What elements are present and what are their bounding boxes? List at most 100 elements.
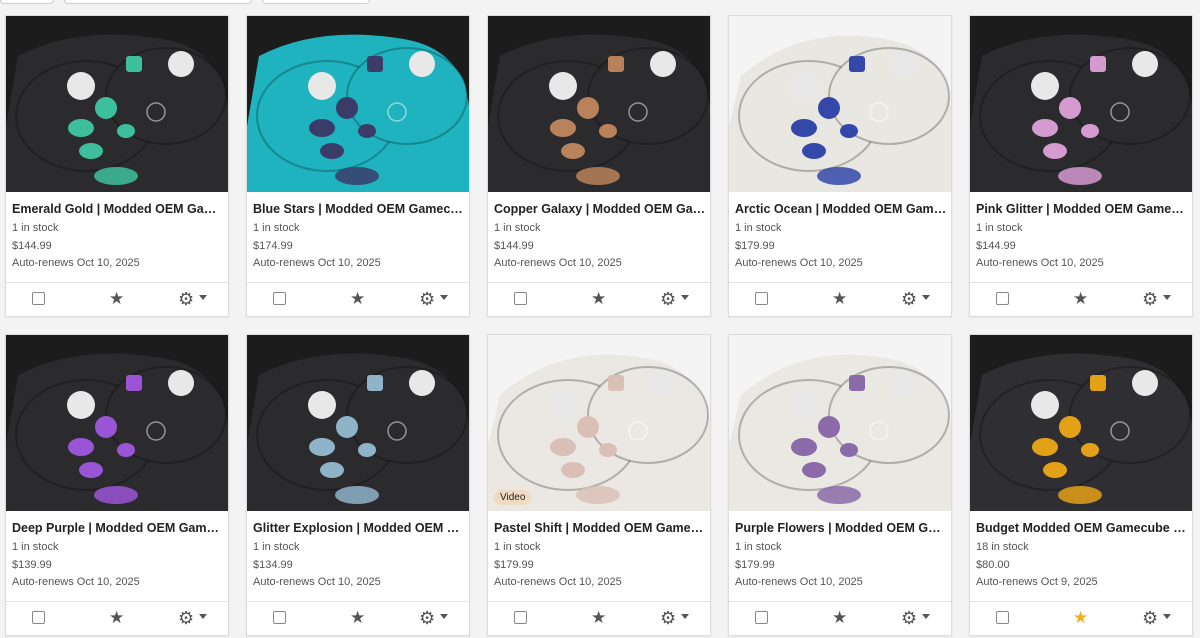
listing-title[interactable]: Glitter Explosion | Modded OEM Gamecube … <box>253 521 465 535</box>
listing-photo[interactable] <box>729 16 951 192</box>
star-icon[interactable]: ★ <box>350 608 365 628</box>
listing-actions: ★ ⚙ <box>729 282 951 316</box>
star-icon[interactable]: ★ <box>591 608 606 628</box>
star-icon[interactable]: ★ <box>109 608 124 628</box>
renewal-status: Auto-renews Oct 10, 2025 <box>976 257 1104 269</box>
stock-count: 1 in stock <box>976 222 1023 234</box>
renewal-status: Auto-renews Oct 10, 2025 <box>12 576 140 588</box>
listing-photo[interactable]: Video <box>488 335 710 511</box>
listing-title[interactable]: Copper Galaxy | Modded OEM Gamecube Cont… <box>494 202 706 216</box>
listing-photo[interactable] <box>729 335 951 511</box>
listing-actions: ★ ⚙ <box>6 601 228 635</box>
gear-icon[interactable]: ⚙ <box>178 608 194 628</box>
listing-actions: ★ ⚙ <box>488 282 710 316</box>
listing-card[interactable]: Budget Modded OEM Gamecube Controller 18… <box>969 334 1193 636</box>
toolbar-control[interactable] <box>64 0 252 4</box>
listing-photo[interactable] <box>6 16 228 192</box>
renewal-status: Auto-renews Oct 10, 2025 <box>494 257 622 269</box>
star-icon[interactable]: ★ <box>1073 289 1088 309</box>
select-checkbox[interactable] <box>273 292 286 305</box>
listing-photo[interactable] <box>488 16 710 192</box>
gear-icon[interactable]: ⚙ <box>1142 289 1158 309</box>
listing-photo[interactable] <box>970 16 1192 192</box>
stock-count: 1 in stock <box>494 541 541 553</box>
chevron-down-icon[interactable] <box>199 614 207 619</box>
select-checkbox[interactable] <box>514 292 527 305</box>
listing-card[interactable]: Blue Stars | Modded OEM Gamecube Control… <box>246 15 470 317</box>
listing-price: $179.99 <box>735 240 775 252</box>
listing-card[interactable]: Copper Galaxy | Modded OEM Gamecube Cont… <box>487 15 711 317</box>
listing-card[interactable]: Arctic Ocean | Modded OEM Gamecube Contr… <box>728 15 952 317</box>
star-icon[interactable]: ★ <box>109 289 124 309</box>
listing-actions: ★ ⚙ <box>729 601 951 635</box>
listing-title[interactable]: Arctic Ocean | Modded OEM Gamecube Contr… <box>735 202 947 216</box>
gear-icon[interactable]: ⚙ <box>901 608 917 628</box>
star-icon[interactable]: ★ <box>350 289 365 309</box>
listing-card[interactable]: Emerald Gold | Modded OEM Gamecube Contr… <box>5 15 229 317</box>
chevron-down-icon[interactable] <box>440 295 448 300</box>
gear-icon[interactable]: ⚙ <box>178 289 194 309</box>
select-checkbox[interactable] <box>32 611 45 624</box>
listing-title[interactable]: Pink Glitter | Modded OEM Gamecube Contr… <box>976 202 1188 216</box>
star-icon[interactable]: ★ <box>591 289 606 309</box>
renewal-status: Auto-renews Oct 10, 2025 <box>735 576 863 588</box>
listing-card[interactable]: Video Pastel Shift | Modded OEM Gamecube… <box>487 334 711 636</box>
listing-title[interactable]: Pastel Shift | Modded OEM Gamecube Contr… <box>494 521 706 535</box>
renewal-status: Auto-renews Oct 10, 2025 <box>253 576 381 588</box>
listing-actions: ★ ⚙ <box>247 282 469 316</box>
chevron-down-icon[interactable] <box>1163 295 1171 300</box>
gear-icon[interactable]: ⚙ <box>660 608 676 628</box>
listing-price: $174.99 <box>253 240 293 252</box>
chevron-down-icon[interactable] <box>440 614 448 619</box>
listing-title[interactable]: Emerald Gold | Modded OEM Gamecube Contr… <box>12 202 224 216</box>
listings-grid: Emerald Gold | Modded OEM Gamecube Contr… <box>5 15 1193 636</box>
star-icon[interactable]: ★ <box>832 608 847 628</box>
select-checkbox[interactable] <box>996 292 1009 305</box>
star-icon[interactable]: ★ <box>1073 608 1088 628</box>
select-checkbox[interactable] <box>273 611 286 624</box>
listing-price: $139.99 <box>12 559 52 571</box>
chevron-down-icon[interactable] <box>922 614 930 619</box>
chevron-down-icon[interactable] <box>681 614 689 619</box>
renewal-status: Auto-renews Oct 10, 2025 <box>494 576 622 588</box>
listing-photo[interactable] <box>6 335 228 511</box>
stock-count: 1 in stock <box>735 222 782 234</box>
listing-card[interactable]: Deep Purple | Modded OEM Gamecube Contro… <box>5 334 229 636</box>
listing-price: $179.99 <box>735 559 775 571</box>
toolbar-control[interactable] <box>0 0 54 4</box>
select-checkbox[interactable] <box>996 611 1009 624</box>
gear-icon[interactable]: ⚙ <box>901 289 917 309</box>
listing-card[interactable]: Pink Glitter | Modded OEM Gamecube Contr… <box>969 15 1193 317</box>
stock-count: 1 in stock <box>494 222 541 234</box>
listing-actions: ★ ⚙ <box>6 282 228 316</box>
listing-price: $80.00 <box>976 559 1010 571</box>
gear-icon[interactable]: ⚙ <box>419 289 435 309</box>
renewal-status: Auto-renews Oct 10, 2025 <box>253 257 381 269</box>
chevron-down-icon[interactable] <box>199 295 207 300</box>
listing-title[interactable]: Deep Purple | Modded OEM Gamecube Contro… <box>12 521 224 535</box>
listing-title[interactable]: Blue Stars | Modded OEM Gamecube Control… <box>253 202 465 216</box>
renewal-status: Auto-renews Oct 10, 2025 <box>12 257 140 269</box>
listing-photo[interactable] <box>247 335 469 511</box>
chevron-down-icon[interactable] <box>681 295 689 300</box>
video-badge: Video <box>494 490 532 505</box>
listing-card[interactable]: Purple Flowers | Modded OEM Gamecube Con… <box>728 334 952 636</box>
gear-icon[interactable]: ⚙ <box>1142 608 1158 628</box>
listing-photo[interactable] <box>247 16 469 192</box>
gear-icon[interactable]: ⚙ <box>419 608 435 628</box>
select-checkbox[interactable] <box>32 292 45 305</box>
chevron-down-icon[interactable] <box>1163 614 1171 619</box>
gear-icon[interactable]: ⚙ <box>660 289 676 309</box>
select-checkbox[interactable] <box>755 611 768 624</box>
listing-price: $144.99 <box>12 240 52 252</box>
select-checkbox[interactable] <box>755 292 768 305</box>
star-icon[interactable]: ★ <box>832 289 847 309</box>
chevron-down-icon[interactable] <box>922 295 930 300</box>
listing-card[interactable]: Glitter Explosion | Modded OEM Gamecube … <box>246 334 470 636</box>
listing-photo[interactable] <box>970 335 1192 511</box>
select-checkbox[interactable] <box>514 611 527 624</box>
stock-count: 1 in stock <box>735 541 782 553</box>
toolbar-control[interactable] <box>262 0 370 4</box>
listing-title[interactable]: Purple Flowers | Modded OEM Gamecube Con… <box>735 521 947 535</box>
listing-title[interactable]: Budget Modded OEM Gamecube Controller <box>976 521 1188 535</box>
